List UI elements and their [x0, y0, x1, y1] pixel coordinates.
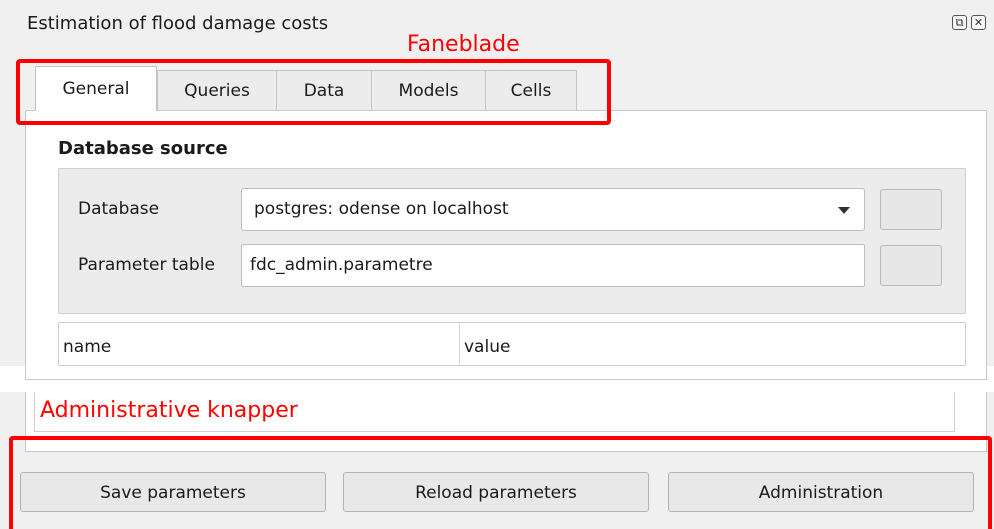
title-buttons: ⧉ ✕	[952, 15, 986, 30]
parameter-table-label: Parameter table	[78, 255, 215, 275]
database-combo[interactable]: postgres: odense on localhost	[241, 188, 865, 231]
dock-title: Estimation of flood damage costs	[27, 13, 329, 34]
parameter-table-input[interactable]: fdc_admin.parametre	[241, 244, 865, 287]
database-extra-button[interactable]	[880, 189, 942, 230]
float-icon[interactable]: ⧉	[952, 15, 967, 30]
column-header-name[interactable]: name	[59, 323, 459, 365]
tab-general[interactable]: General	[35, 66, 157, 111]
tabs-annotation-label: Faneblade	[407, 32, 520, 57]
close-icon[interactable]: ✕	[971, 15, 986, 30]
database-source-heading: Database source	[58, 138, 228, 159]
buttons-annotation-label: Administrative knapper	[40, 398, 298, 423]
chevron-down-icon	[838, 207, 850, 214]
database-label: Database	[78, 199, 160, 219]
parameter-table-extra-button[interactable]	[880, 245, 942, 286]
screenshot-stage: Estimation of flood damage costs ⧉ ✕ Gen…	[0, 0, 994, 529]
parameter-table-header: name value	[58, 322, 966, 366]
database-value: postgres: odense on localhost	[254, 199, 509, 219]
column-header-value[interactable]: value	[459, 323, 965, 365]
buttons-annotation-box	[9, 436, 992, 529]
